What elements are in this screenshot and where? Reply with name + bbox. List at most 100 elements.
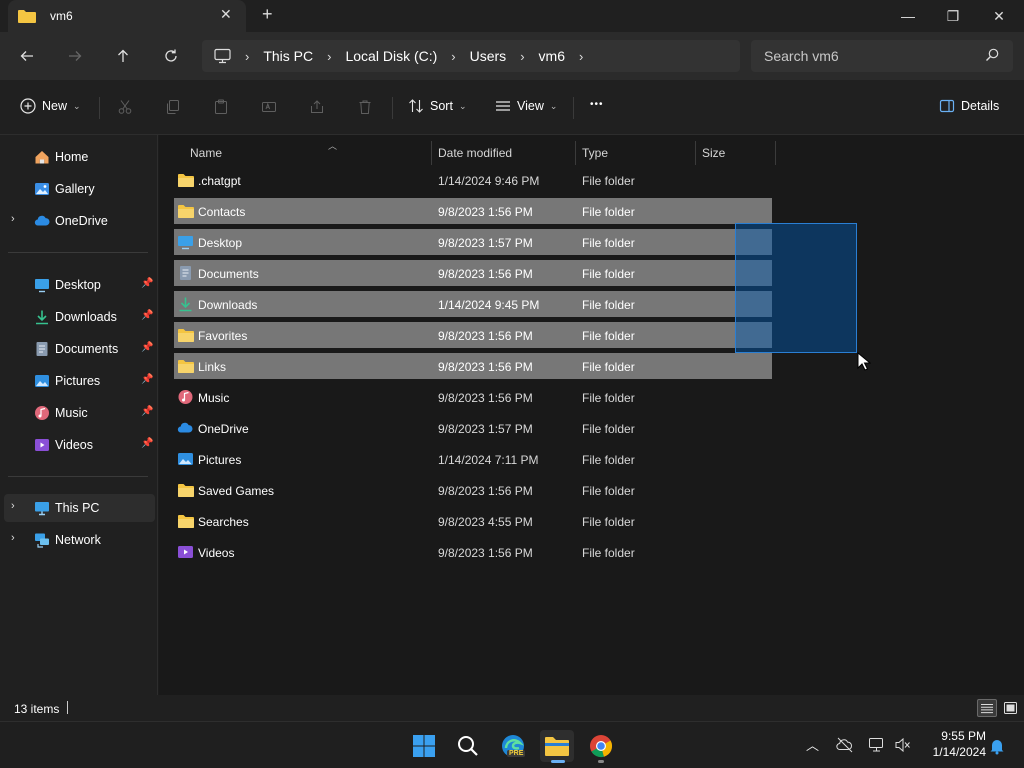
file-row[interactable]: Searches 9/8/2023 4:55 PM File folder	[174, 508, 772, 534]
breadcrumb-vm6[interactable]: vm6	[539, 48, 565, 64]
divider	[67, 701, 68, 714]
onedrive-icon	[34, 215, 50, 226]
column-label: Date modified	[438, 146, 513, 160]
item-count: 13 items	[14, 702, 60, 716]
up-button[interactable]	[109, 42, 137, 70]
column-header-name[interactable]: ︿ Name	[184, 141, 432, 165]
pin-icon[interactable]: 📌	[141, 438, 153, 449]
close-button[interactable]: ✕	[976, 0, 1022, 32]
back-button[interactable]	[13, 42, 41, 70]
desktop-icon	[35, 279, 49, 293]
file-date: 9/8/2023 1:57 PM	[438, 236, 533, 250]
sidebar-item-this-pc[interactable]: › This PC	[4, 494, 155, 522]
sidebar-item-music[interactable]: Music 📌	[0, 399, 156, 427]
column-header-size[interactable]: Size	[696, 141, 776, 165]
search-input[interactable]: Search vm6	[751, 40, 1013, 72]
share-icon[interactable]	[307, 97, 327, 117]
volume-muted-icon[interactable]	[894, 737, 912, 753]
chevron-right-icon[interactable]: ›	[11, 500, 15, 512]
file-name: Documents	[198, 267, 259, 281]
file-name: .chatgpt	[198, 174, 241, 188]
documents-icon	[180, 266, 191, 280]
file-row[interactable]: Downloads 1/14/2024 9:45 PM File folder	[174, 291, 772, 317]
search-button[interactable]	[451, 730, 485, 762]
maximize-button[interactable]: ❐	[930, 0, 976, 32]
address-bar[interactable]: › This PC › Local Disk (C:) › Users › vm…	[202, 40, 740, 72]
copy-icon[interactable]	[163, 97, 183, 117]
sidebar-item-downloads[interactable]: Downloads 📌	[0, 303, 156, 331]
file-row[interactable]: .chatgpt 1/14/2024 9:46 PM File folder	[174, 167, 772, 193]
new-tab-button[interactable]: +	[262, 4, 273, 25]
search-placeholder: Search vm6	[764, 48, 839, 64]
sort-button[interactable]: Sort ⌄	[408, 98, 466, 114]
navigation-pane: Home Gallery › OneDrive Desktop 📌 Downlo…	[0, 135, 158, 695]
window-tab[interactable]: vm6 ✕	[8, 0, 246, 32]
chevron-right-icon[interactable]: ›	[327, 49, 331, 64]
chevron-right-icon[interactable]: ›	[245, 49, 249, 64]
clock-date[interactable]: 1/14/2024	[922, 745, 986, 759]
view-button[interactable]: View ⌄	[495, 98, 557, 114]
paste-icon[interactable]	[211, 97, 231, 117]
chrome-button[interactable]	[584, 730, 618, 763]
sidebar-item-label: Downloads	[55, 310, 117, 324]
file-row[interactable]: Links 9/8/2023 1:56 PM File folder	[174, 353, 772, 379]
pin-icon[interactable]: 📌	[141, 278, 153, 289]
column-header-date[interactable]: Date modified	[432, 141, 576, 165]
column-header-type[interactable]: Type	[576, 141, 696, 165]
file-row[interactable]: Saved Games 9/8/2023 1:56 PM File folder	[174, 477, 772, 503]
chevron-right-icon[interactable]: ›	[579, 49, 583, 64]
more-options-button[interactable]: •••	[590, 99, 604, 110]
file-row[interactable]: Music 9/8/2023 1:56 PM File folder	[174, 384, 772, 410]
clock-time[interactable]: 9:55 PM	[930, 729, 986, 743]
breadcrumb-local-disk[interactable]: Local Disk (C:)	[345, 48, 437, 64]
file-name: Downloads	[198, 298, 258, 312]
show-hidden-icons-button[interactable]: ︿	[806, 735, 819, 754]
start-button[interactable]	[407, 730, 441, 762]
file-explorer-button[interactable]	[540, 730, 574, 763]
folder-icon	[178, 174, 194, 187]
new-button[interactable]: New ⌄	[20, 98, 81, 114]
sidebar-item-network[interactable]: › Network	[0, 526, 156, 554]
pin-icon[interactable]: 📌	[141, 342, 153, 353]
sidebar-item-onedrive[interactable]: › OneDrive	[0, 207, 156, 235]
details-button[interactable]: Details	[939, 98, 999, 114]
forward-button[interactable]	[61, 42, 89, 70]
minimize-button[interactable]: —	[885, 0, 931, 32]
pin-icon[interactable]: 📌	[141, 374, 153, 385]
onedrive-offline-icon[interactable]	[836, 737, 854, 753]
sidebar-item-label: This PC	[55, 501, 100, 515]
sidebar-item-documents[interactable]: Documents 📌	[0, 335, 156, 363]
chevron-right-icon[interactable]: ›	[520, 49, 524, 64]
chevron-right-icon[interactable]: ›	[451, 49, 455, 64]
chevron-right-icon[interactable]: ›	[11, 532, 15, 544]
tiles-view-toggle[interactable]	[1000, 699, 1020, 717]
notification-bell-icon[interactable]	[989, 737, 1005, 755]
details-view-toggle[interactable]	[977, 699, 997, 717]
file-row[interactable]: Favorites 9/8/2023 1:56 PM File folder	[174, 322, 772, 348]
sidebar-item-home[interactable]: Home	[0, 143, 156, 171]
tab-title: vm6	[50, 9, 73, 23]
cut-icon[interactable]	[115, 97, 135, 117]
rename-icon[interactable]	[259, 97, 279, 117]
network-status-icon[interactable]	[868, 737, 886, 753]
pin-icon[interactable]: 📌	[141, 406, 153, 417]
sidebar-item-pictures[interactable]: Pictures 📌	[0, 367, 156, 395]
delete-icon[interactable]	[355, 97, 375, 117]
breadcrumb-users[interactable]: Users	[470, 48, 507, 64]
pin-icon[interactable]: 📌	[141, 310, 153, 321]
refresh-button[interactable]	[157, 42, 185, 70]
sidebar-item-gallery[interactable]: Gallery	[0, 175, 156, 203]
chevron-right-icon[interactable]: ›	[11, 213, 15, 225]
file-row[interactable]: Pictures 1/14/2024 7:11 PM File folder	[174, 446, 772, 472]
file-row[interactable]: Documents 9/8/2023 1:56 PM File folder	[174, 260, 772, 286]
file-row[interactable]: Contacts 9/8/2023 1:56 PM File folder	[174, 198, 772, 224]
edge-browser-button[interactable]: PRE	[496, 730, 530, 762]
file-row[interactable]: OneDrive 9/8/2023 1:57 PM File folder	[174, 415, 772, 441]
file-row[interactable]: Videos 9/8/2023 1:56 PM File folder	[174, 539, 772, 565]
breadcrumb-this-pc[interactable]: This PC	[263, 48, 313, 64]
sidebar-item-videos[interactable]: Videos 📌	[0, 431, 156, 459]
plus-circle-icon	[20, 98, 36, 114]
file-row[interactable]: Desktop 9/8/2023 1:57 PM File folder	[174, 229, 772, 255]
sidebar-item-desktop[interactable]: Desktop 📌	[0, 271, 156, 299]
close-tab-icon[interactable]: ✕	[220, 6, 232, 23]
